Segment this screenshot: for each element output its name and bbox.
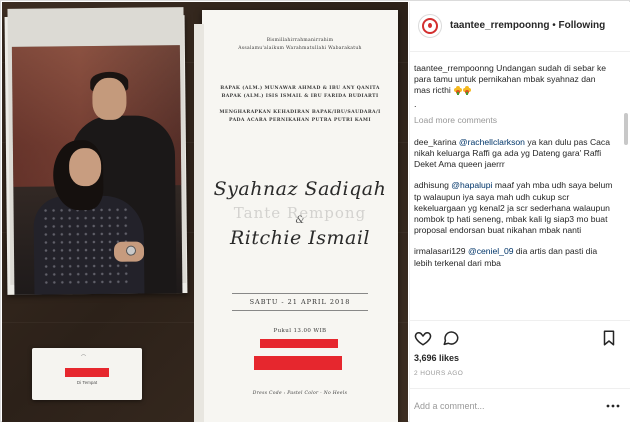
- comment-username[interactable]: adhisung: [414, 180, 449, 190]
- caption-dot: .: [414, 98, 417, 109]
- invitation-bismillah: Bismillahirrahmanirrahim: [266, 38, 334, 43]
- post-photo[interactable]: Bismillahirrahmanirrahim Assalamu'alaiku…: [2, 2, 408, 422]
- invitation-ampersand: &: [295, 215, 305, 226]
- comments-list[interactable]: taantee_rrempoonng Undangan sudah di seb…: [410, 53, 630, 319]
- list-item: irmalasari129 @ceniel_09 dia artis dan p…: [414, 246, 614, 268]
- post-author: taantee_rrempoonng • Following: [450, 20, 605, 31]
- invitation-salam: Assalamu'alaikum Warahmatullahi Wabaraka…: [238, 46, 362, 51]
- following-button[interactable]: Following: [559, 20, 606, 31]
- invitation-time: Pukul 13.00 WIB: [273, 328, 327, 334]
- invitation-request-line-2: PADA ACARA PERNIKAHAN PUTRA PUTRI KAMI: [229, 118, 371, 123]
- post-timestamp[interactable]: 2 HOURS AGO: [414, 370, 463, 377]
- comment-mention[interactable]: @rachellclarkson: [459, 137, 525, 147]
- redacted-bar: [254, 356, 342, 370]
- comment-username[interactable]: dee_karina: [414, 137, 457, 147]
- instagram-post-frame: Bismillahirrahmanirrahim Assalamu'alaiku…: [0, 0, 630, 422]
- likes-count[interactable]: 3,696 likes: [414, 353, 459, 363]
- redacted-bar: [65, 368, 109, 377]
- bouquet-emoji-icon: [463, 86, 472, 96]
- small-card: ⌒ Di Tempat: [32, 348, 142, 400]
- username-link[interactable]: taantee_rrempoonng: [450, 20, 549, 31]
- couple-photo-card: [4, 7, 188, 295]
- post-header: taantee_rrempoonng • Following: [410, 2, 630, 52]
- invitation-request-line-1: MENGHARAPKAN KEHADIRAN BAPAK/IBU/SAUDARA…: [219, 110, 381, 115]
- redacted-bar: [260, 339, 338, 348]
- avatar[interactable]: [418, 14, 442, 38]
- bouquet-emoji-icon: [454, 86, 463, 96]
- invitation-parents-line-2: BAPAK (ALM.) ISIS ISMAIL & IBU FARIDA BU…: [221, 94, 379, 99]
- invitation-parents-line-1: BAPAK (ALM.) MUNAWAR AHMAD & IBU ANY QAN…: [220, 86, 380, 91]
- invitation-dress-code: Dress Code : Pastel Color - No Heels: [252, 391, 348, 396]
- comment-mention[interactable]: @ceniel_09: [468, 246, 514, 256]
- bookmark-icon[interactable]: [600, 329, 618, 347]
- small-card-label: Di Tempat: [76, 380, 98, 385]
- caption: taantee_rrempoonng Undangan sudah di seb…: [414, 63, 614, 97]
- separator: •: [549, 20, 559, 31]
- list-item: dee_karina @rachellclarkson ya kan dulu …: [414, 137, 614, 171]
- comments-scrollbar[interactable]: [624, 113, 628, 145]
- post-sidebar: taantee_rrempoonng • Following taantee_r…: [409, 2, 630, 422]
- divider: [232, 310, 368, 311]
- divider: [232, 293, 368, 294]
- more-options-icon[interactable]: [606, 401, 620, 411]
- action-bar: [410, 320, 630, 352]
- comment-icon[interactable]: [442, 329, 460, 347]
- comment-username[interactable]: irmalasari129: [414, 246, 466, 256]
- invitation-groom-name: Ritchie Ismail: [229, 227, 370, 249]
- heart-icon[interactable]: [414, 329, 432, 347]
- invitation-bride-name: Syahnaz Sadiqah: [213, 178, 387, 200]
- invitation-date: SABTU - 21 APRIL 2018: [249, 298, 351, 306]
- comment-username[interactable]: taantee_rrempoonng: [414, 63, 494, 73]
- comment-mention[interactable]: @hapalupi: [451, 180, 492, 190]
- invitation-card: Bismillahirrahmanirrahim Assalamu'alaiku…: [194, 10, 398, 422]
- small-card-logo-icon: ⌒: [81, 355, 87, 361]
- couple-photo: [11, 45, 183, 295]
- list-item: adhisung @hapalupi maaf yah mba udh saya…: [414, 180, 614, 236]
- load-more-comments-link[interactable]: Load more comments: [414, 115, 614, 125]
- add-comment-input[interactable]: [414, 398, 604, 414]
- add-comment-row: [410, 388, 630, 422]
